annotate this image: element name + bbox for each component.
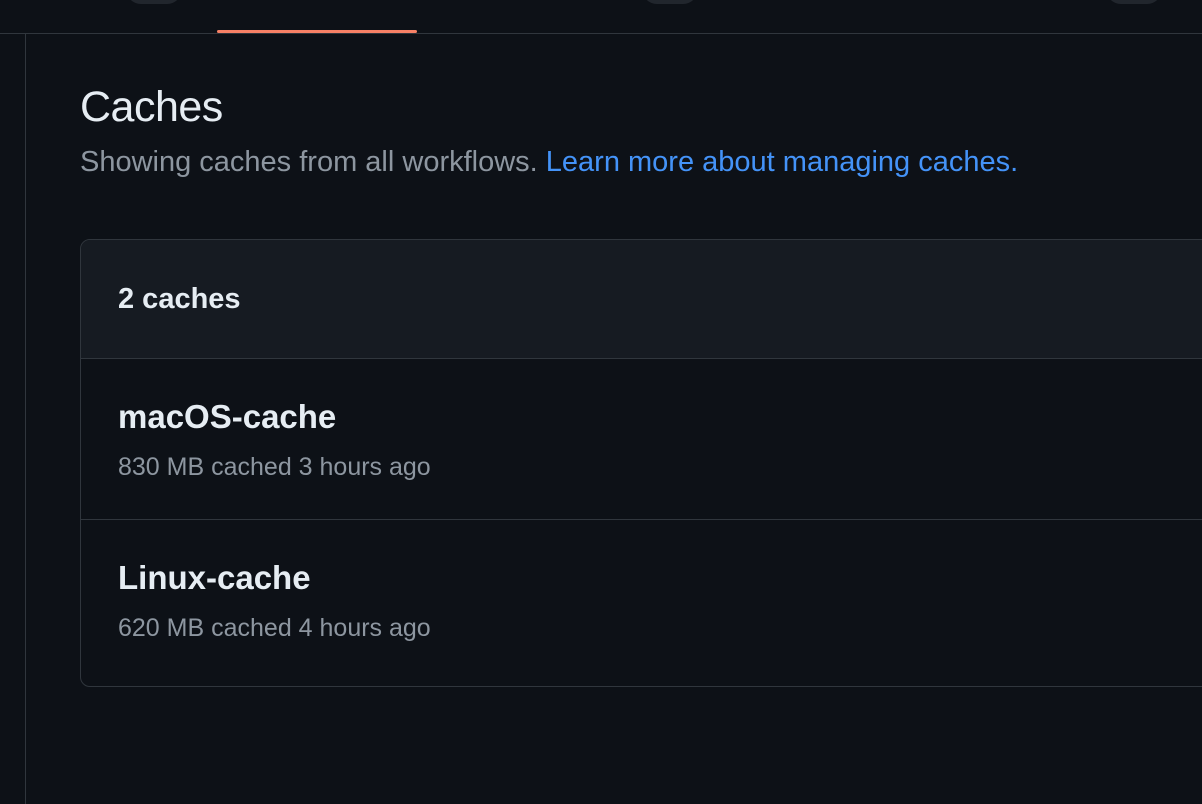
learn-more-link[interactable]: Learn more about managing caches. (546, 146, 1018, 178)
cache-meta: 620 MB cached 4 hours ago (118, 614, 431, 642)
page-title: Caches (80, 83, 223, 131)
cache-row: macOS-cache 830 MB cached 3 hours ago (81, 359, 1202, 520)
main-content: Caches Showing caches from all workflows… (80, 80, 1202, 687)
page-subtitle: Showing caches from all workflows. Learn… (80, 143, 1202, 181)
subtitle-text: Showing caches from all workflows. (80, 146, 546, 178)
page: Caches Showing caches from all workflows… (0, 0, 1202, 804)
caches-box-header: 2 caches (81, 240, 1202, 359)
cache-name: Linux-cache (118, 559, 311, 596)
caches-box: 2 caches macOS-cache 830 MB cached 3 hou… (80, 239, 1202, 687)
sidebar-divider (25, 34, 26, 804)
cache-row: Linux-cache 620 MB cached 4 hours ago (81, 520, 1202, 684)
cache-meta: 830 MB cached 3 hours ago (118, 453, 431, 481)
caches-count: 2 caches (118, 282, 241, 315)
cache-name: macOS-cache (118, 398, 337, 435)
tab-counter-stub[interactable] (126, 0, 182, 4)
tab-counter-stub[interactable] (1106, 0, 1162, 4)
repo-tab-nav (0, 0, 1202, 34)
active-tab-indicator (217, 30, 417, 33)
tab-counter-stub[interactable] (642, 0, 698, 4)
